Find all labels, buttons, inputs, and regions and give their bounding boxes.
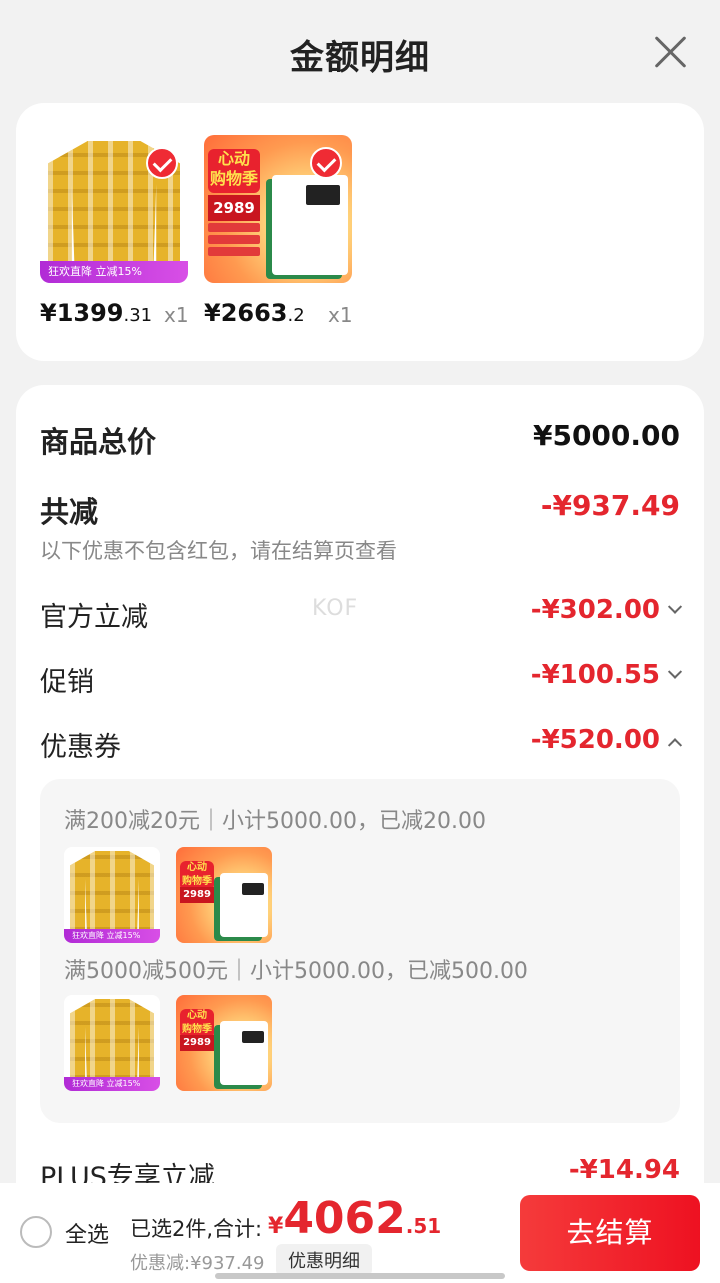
promotion-label: 促销 — [40, 667, 94, 698]
chevron-down-icon — [667, 664, 683, 679]
coupon-line-1: 满200减20元｜小计5000.00，已减20.00 — [64, 809, 486, 834]
row-promotion[interactable]: 促销 -¥100.55 — [40, 660, 683, 699]
coupon-product-shirt: 狂欢直降 立减15% — [64, 847, 160, 943]
promotion-value: -¥100.55 — [531, 660, 683, 690]
price-detail-card: 商品总价 ¥5000.00 共减 -¥937.49 以下优惠不包含红包，请在结算… — [16, 385, 704, 1283]
official-value: -¥302.00 — [531, 595, 683, 625]
coupon-product-drive: 心动 购物季 2989 — [176, 995, 272, 1091]
row-official[interactable]: 官方立减 -¥302.00 — [40, 595, 683, 634]
total-amount: ¥4062.51 — [268, 1193, 442, 1244]
product-item-shirt[interactable]: 狂欢直降 立减15% ¥1399.31 x1 — [40, 135, 189, 327]
select-all-label[interactable]: 全选 — [65, 1217, 109, 1249]
promo-badge: 心动 购物季 — [208, 149, 260, 193]
close-icon[interactable] — [652, 34, 688, 70]
product-image: 心动 购物季 2989 — [204, 135, 352, 283]
total-label: 商品总价 — [40, 425, 157, 459]
total-value: ¥5000.00 — [532, 419, 680, 452]
coupon-line-2: 满5000减500元｜小计5000.00，已减500.00 — [64, 959, 528, 984]
amount-detail-sheet: 金额明细 狂欢直降 立减15% ¥1399.31 x1 心动 购物季 2989 ¥… — [0, 0, 720, 1283]
product-price: ¥1399.31 — [40, 299, 153, 327]
product-image: 狂欢直降 立减15% — [40, 135, 188, 283]
row-reduce: 共减 -¥937.49 — [40, 489, 680, 531]
coupon-product-drive: 心动 购物季 2989 — [176, 847, 272, 943]
chevron-up-icon — [667, 737, 683, 752]
discount-amount: 优惠减:¥937.49 — [130, 1253, 265, 1274]
select-all-radio[interactable] — [20, 1216, 52, 1248]
product-qty: x1 — [328, 303, 353, 327]
coupon-label: 优惠券 — [40, 732, 121, 763]
chevron-down-icon — [667, 599, 683, 614]
official-label: 官方立减 — [40, 602, 148, 633]
selected-products-card: 狂欢直降 立减15% ¥1399.31 x1 心动 购物季 2989 ¥2663.… — [16, 103, 704, 361]
coupon-value: -¥520.00 — [531, 725, 683, 755]
checkout-button[interactable]: 去结算 — [520, 1195, 700, 1271]
product-qty: x1 — [164, 303, 189, 327]
row-coupon[interactable]: 优惠券 -¥520.00 — [40, 725, 683, 764]
row-total: 商品总价 ¥5000.00 — [40, 419, 680, 461]
coupon-product-shirt: 狂欢直降 立减15% — [64, 995, 160, 1091]
checked-icon[interactable] — [146, 147, 178, 179]
price-tag: 2989 — [208, 195, 260, 221]
selected-summary: 已选2件,合计: — [130, 1217, 263, 1241]
plus-value: -¥14.94 — [568, 1155, 680, 1185]
product-price: ¥2663.2 — [204, 299, 305, 327]
discount-note: 以下优惠不包含红包，请在结算页查看 — [40, 539, 397, 563]
discount-detail-button[interactable]: 优惠明细 — [276, 1244, 372, 1276]
reduce-label: 共减 — [40, 495, 99, 529]
product-item-drive[interactable]: 心动 购物季 2989 ¥2663.2 x1 — [204, 135, 353, 327]
drive-box-image — [272, 175, 348, 275]
home-indicator — [215, 1273, 505, 1279]
coupon-detail-box: 满200减20元｜小计5000.00，已减20.00 狂欢直降 立减15% 心动… — [40, 779, 680, 1123]
checked-icon[interactable] — [310, 147, 342, 179]
checkout-bar: 全选 已选2件,合计: ¥4062.51 优惠减:¥937.49 优惠明细 去结… — [0, 1183, 720, 1283]
promo-strip: 狂欢直降 立减15% — [40, 261, 188, 283]
reduce-value: -¥937.49 — [540, 489, 680, 522]
page-title: 金额明细 — [290, 38, 430, 78]
